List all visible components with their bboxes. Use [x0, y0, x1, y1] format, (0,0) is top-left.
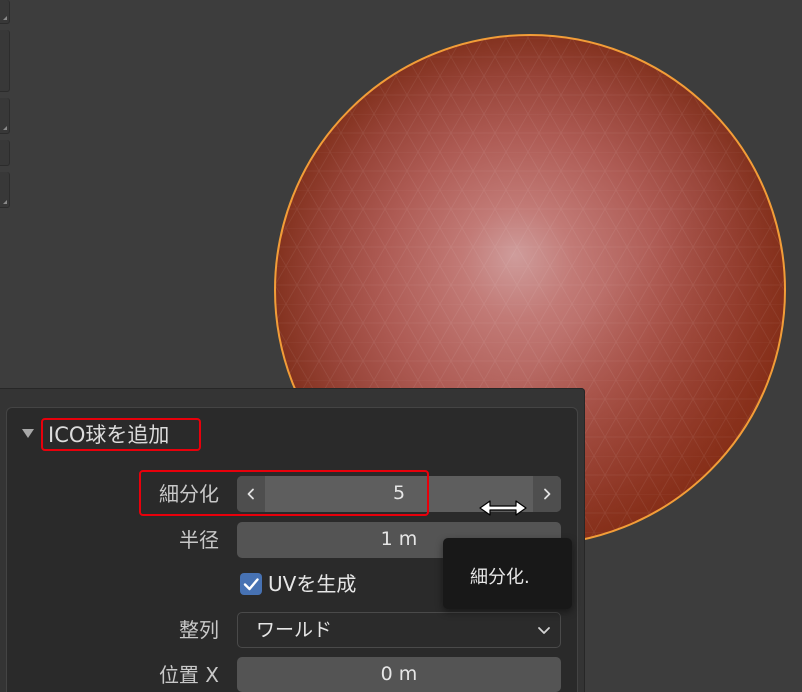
toolbar-tool-button[interactable] [0, 172, 10, 208]
align-value: ワールド [256, 619, 333, 641]
tooltip: 細分化. [443, 538, 572, 609]
panel-header[interactable]: ICO球を追加 [0, 418, 585, 452]
tooltip-text: 細分化. [470, 567, 530, 588]
horizontal-resize-cursor-icon [479, 500, 527, 516]
location-x-field[interactable]: 0 m [237, 657, 561, 692]
chevron-down-shape [538, 627, 550, 634]
location-x-value: 0 m [380, 663, 418, 685]
subdivisions-decrement-button[interactable] [237, 476, 265, 512]
toolbar-tool-button[interactable] [0, 30, 10, 92]
chevron-right-icon [544, 488, 551, 500]
align-label: 整列 [179, 618, 219, 642]
subdivisions-increment-button[interactable] [533, 476, 561, 512]
align-dropdown[interactable]: ワールド [237, 612, 561, 648]
tool-variant-corner-icon [3, 200, 7, 204]
tool-variant-corner-icon [3, 16, 7, 20]
tool-variant-corner-icon [3, 126, 7, 130]
subdivisions-label: 細分化 [159, 482, 219, 506]
chevron-left-icon [247, 488, 254, 500]
triangle-down-icon[interactable] [22, 429, 34, 439]
uv-checkbox-label[interactable]: UVを生成 [268, 568, 356, 600]
toolbar [0, 0, 11, 210]
checkmark-icon [243, 578, 259, 591]
panel-title: ICO球を追加 [48, 423, 170, 447]
toolbar-tool-button[interactable] [0, 140, 10, 166]
toolbar-tool-button[interactable] [0, 98, 10, 134]
toolbar-tool-button[interactable] [0, 0, 10, 24]
row-align: 整列 ワールド [0, 612, 585, 648]
resize-arrow-shape [479, 500, 527, 516]
chevron-down-icon [538, 627, 550, 634]
chevron-left-shape [247, 488, 254, 500]
3d-viewport[interactable]: ICO球を追加 細分化 5 半径 1 m UVを生成 整列 ワールド 位置 X … [0, 0, 802, 692]
checkmark-shape [243, 578, 259, 591]
radius-label: 半径 [179, 528, 219, 552]
location-x-label: 位置 X [158, 663, 219, 687]
triangle-down-shape [22, 429, 34, 438]
uv-checkbox[interactable] [240, 573, 262, 595]
chevron-right-shape [544, 488, 551, 500]
row-location-x: 位置 X 0 m [0, 657, 585, 692]
